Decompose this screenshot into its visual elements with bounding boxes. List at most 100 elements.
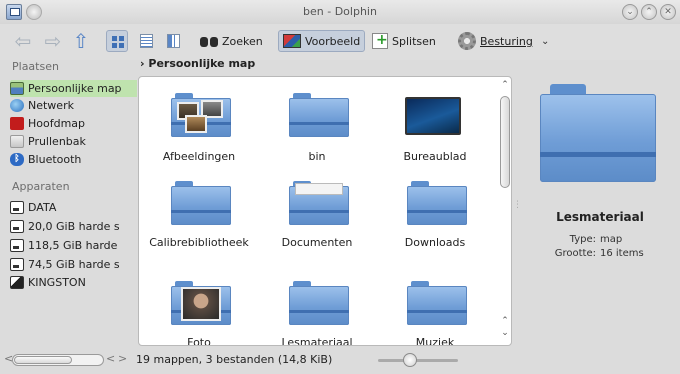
pictures-folder-icon [171,93,231,137]
device-item-label: DATA [28,201,57,214]
file-item-label: Afbeeldingen [162,150,236,163]
network-icon [10,99,24,112]
zoom-slider[interactable] [378,359,458,362]
places-item-trash[interactable]: Prullenbak [10,133,137,150]
places-item-network[interactable]: Netwerk [10,97,137,114]
split-button-label: Splitsen [392,34,436,48]
drive-icon [10,220,24,233]
preview-folder-icon [540,84,656,182]
info-size-key: Grootte: [554,248,596,259]
drive-icon [10,201,24,214]
file-item-label: Documenten [281,236,353,249]
folder-icon [289,281,349,325]
arrow-right-icon: ⇨ [44,29,62,53]
status-text: 19 mappen, 3 bestanden (14,8 KiB) [136,353,333,366]
places-item-label: Netwerk [28,99,74,112]
details-view-icon [140,34,153,48]
file-item-label: Foto [187,336,211,346]
gear-icon [458,32,476,50]
details-view-button[interactable] [135,30,157,52]
control-button-label: Besturing [480,34,533,48]
folder-icon [407,281,467,325]
folder-icon [407,181,467,225]
file-item-label: Lesmateriaal [281,336,353,346]
title-bar: ben - Dolphin ⌄ ⌃ ✕ [0,0,680,24]
control-button[interactable]: Besturing [454,30,537,52]
places-item-label: Prullenbak [28,135,86,148]
arrow-up-icon: ⇧ [72,29,90,53]
device-item-disk-20[interactable]: 20,0 GiB harde s [10,218,137,235]
device-item-kingston[interactable]: KINGSTON [10,274,137,291]
search-button-label: Zoeken [222,34,263,48]
breadcrumb-label: Persoonlijke map [148,57,256,70]
chevron-down-icon[interactable]: ⌄ [541,36,549,47]
places-panel: Plaatsen Persoonlijke map Netwerk Hoofdm… [0,60,137,346]
status-bar: < < > 19 mappen, 3 bestanden (14,8 KiB) [0,346,680,374]
breadcrumb[interactable]: › Persoonlijke map [140,57,255,70]
scroll-up-icon[interactable]: ⌃ [498,80,512,90]
scroll-up-bottom-icon[interactable]: ⌃ [498,316,512,326]
device-item-data[interactable]: DATA [10,199,137,216]
places-item-label: Hoofdmap [28,117,86,130]
file-item-label: Calibrebibliotheek [149,236,249,249]
information-panel: Lesmateriaal Type: map Grootte: 16 items [520,76,680,346]
device-item-label: KINGSTON [28,276,86,289]
horizontal-scroll-thumb[interactable] [14,356,72,364]
file-item-label: Downloads [404,236,466,249]
places-item-label: Persoonlijke map [28,82,122,95]
back-button[interactable]: ⇦ [12,30,34,52]
file-item-label: Muziek [415,336,455,346]
breadcrumb-chevron-icon: › [140,57,145,70]
columns-view-icon [167,34,180,48]
info-item-name: Lesmateriaal [556,210,644,224]
file-view[interactable]: Afbeeldingen bin Bureaublad Calibrebibli… [138,76,512,346]
devices-title: Apparaten [12,180,70,193]
trash-icon [10,135,24,148]
maximize-button[interactable]: ⌃ [641,4,657,20]
device-item-label: 20,0 GiB harde s [28,220,120,233]
places-item-home[interactable]: Persoonlijke map [10,80,137,97]
device-item-label: 118,5 GiB harde [28,239,118,252]
split-button[interactable]: Splitsen [368,30,440,52]
device-item-disk-74[interactable]: 74,5 GiB harde s [10,256,137,273]
binoculars-icon [200,34,218,48]
arrow-left-icon: ⇦ [14,29,32,53]
drive-icon [10,258,24,271]
device-item-label: 74,5 GiB harde s [28,258,120,271]
documents-folder-icon [289,181,349,225]
split-icon [372,32,388,49]
close-button[interactable]: ✕ [660,4,676,20]
device-item-disk-118[interactable]: 118,5 GiB harde [10,237,137,254]
vertical-scrollbar[interactable]: ⌃ ⌃ ⌄ [498,80,512,342]
columns-view-button[interactable] [162,30,184,52]
preview-button[interactable]: Voorbeeld [278,30,366,52]
bluetooth-icon: ᛒ [10,153,24,166]
scroll-thumb[interactable] [500,96,510,188]
icons-view-icon [112,36,124,48]
drive-icon [10,239,24,252]
places-title: Plaatsen [12,60,59,73]
icons-view-button[interactable] [106,30,128,52]
forward-button[interactable]: ⇨ [42,30,64,52]
scroll-down-icon[interactable]: ⌄ [498,328,512,338]
folder-icon [289,93,349,137]
up-button[interactable]: ⇧ [70,30,92,52]
zoom-slider-handle[interactable] [403,353,417,367]
usb-drive-icon [10,276,24,289]
home-folder-icon [10,82,24,95]
window-title: ben - Dolphin [303,5,377,18]
search-button[interactable]: Zoeken [196,30,267,52]
info-type-value: map [600,234,623,245]
file-item-label: bin [308,150,326,163]
scroll-left-small-icon[interactable]: < [106,352,115,365]
minimize-button[interactable]: ⌄ [622,4,638,20]
root-folder-icon [10,117,24,130]
places-item-bluetooth[interactable]: ᛒ Bluetooth [10,151,137,168]
scroll-right-icon[interactable]: > [118,352,127,365]
photo-folder-icon [171,281,231,325]
preview-icon [283,34,301,48]
places-item-root[interactable]: Hoofdmap [10,115,137,132]
toolbar: ⇦ ⇨ ⇧ Zoeken Voorbeeld Splitsen Besturin… [0,24,680,60]
preview-button-label: Voorbeeld [305,34,361,48]
info-type-key: Type: [569,234,596,245]
